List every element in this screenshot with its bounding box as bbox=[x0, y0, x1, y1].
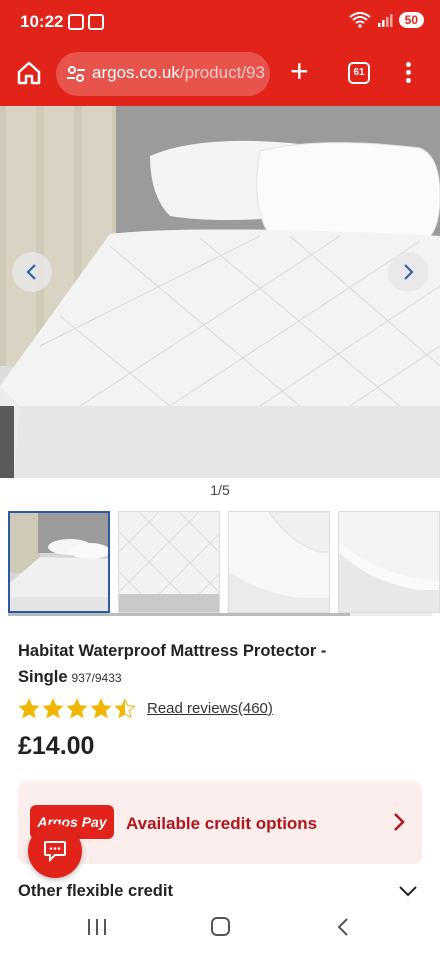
thumbnail-2-image bbox=[119, 512, 219, 612]
browser-menu-icon[interactable] bbox=[404, 62, 412, 86]
thumbnail-2[interactable] bbox=[118, 511, 220, 613]
new-tab-button[interactable]: + bbox=[290, 54, 309, 88]
site-settings-icon[interactable] bbox=[66, 64, 86, 84]
chevron-right-icon bbox=[394, 813, 405, 831]
url-path: /product/93 bbox=[179, 63, 265, 82]
chevron-down-icon[interactable] bbox=[398, 884, 418, 898]
battery-indicator: 50 bbox=[398, 12, 424, 28]
reviews-label: Read reviews bbox=[147, 700, 238, 717]
star-icon bbox=[18, 698, 40, 719]
status-time: 10:22 bbox=[20, 12, 64, 31]
address-bar[interactable]: argos.co.uk/product/93 bbox=[56, 52, 270, 96]
star-icon bbox=[114, 698, 136, 719]
tab-switcher-button[interactable]: 61 bbox=[348, 62, 370, 84]
thumbnail-scrollbar[interactable] bbox=[8, 613, 432, 616]
product-price: £14.00 bbox=[18, 732, 95, 760]
carousel-next-button[interactable] bbox=[388, 252, 428, 292]
credit-options-label: Available credit options bbox=[126, 814, 318, 833]
screen-record-icon bbox=[68, 14, 84, 30]
signal-icon bbox=[377, 14, 393, 27]
url-row: argos.co.uk/product/93 + 61 bbox=[0, 44, 440, 106]
star-icon bbox=[90, 698, 112, 719]
product-title: Habitat Waterproof Mattress Protector - … bbox=[18, 638, 418, 691]
browser-chrome: 10:22 50 argos.co.uk/product/93 + 61 bbox=[0, 0, 440, 106]
status-right: 50 bbox=[349, 12, 424, 28]
star-icon bbox=[66, 698, 88, 719]
product-image-carousel[interactable] bbox=[0, 106, 440, 478]
calendar-icon bbox=[88, 14, 104, 30]
thumbnail-1[interactable] bbox=[8, 511, 110, 613]
chat-button[interactable] bbox=[28, 824, 82, 878]
read-reviews-link[interactable]: Read reviews(460) bbox=[147, 700, 273, 717]
product-main-image bbox=[0, 106, 440, 478]
home-button[interactable] bbox=[211, 917, 230, 936]
product-title-text: Habitat Waterproof Mattress Protector - … bbox=[18, 642, 327, 686]
url-text: argos.co.uk/product/93 bbox=[92, 63, 265, 83]
thumbnail-4[interactable] bbox=[338, 511, 440, 613]
wifi-icon bbox=[349, 12, 371, 28]
star-rating bbox=[18, 698, 136, 720]
home-icon[interactable] bbox=[16, 60, 42, 86]
thumbnail-1-image bbox=[10, 513, 108, 611]
chat-icon bbox=[44, 841, 66, 862]
back-button[interactable] bbox=[335, 917, 351, 937]
star-icon bbox=[42, 698, 64, 719]
other-credit-label[interactable]: Other flexible credit bbox=[18, 882, 173, 901]
carousel-prev-button[interactable] bbox=[12, 252, 52, 292]
reviews-count: (460) bbox=[237, 700, 273, 717]
chevron-left-icon bbox=[26, 264, 36, 280]
thumbnail-scrollbar-thumb[interactable] bbox=[8, 613, 350, 616]
product-sku: 937/9433 bbox=[71, 671, 122, 685]
thumbnail-3[interactable] bbox=[228, 511, 330, 613]
android-nav-bar bbox=[0, 903, 440, 953]
recents-button[interactable] bbox=[88, 919, 106, 935]
thumbnail-strip bbox=[8, 511, 440, 613]
chevron-right-icon bbox=[404, 264, 414, 280]
url-host: argos.co.uk bbox=[92, 63, 180, 82]
thumbnail-4-image bbox=[339, 512, 439, 612]
status-bar: 10:22 50 bbox=[0, 0, 440, 44]
thumbnail-3-image bbox=[229, 512, 329, 612]
image-counter: 1/5 bbox=[210, 482, 230, 498]
